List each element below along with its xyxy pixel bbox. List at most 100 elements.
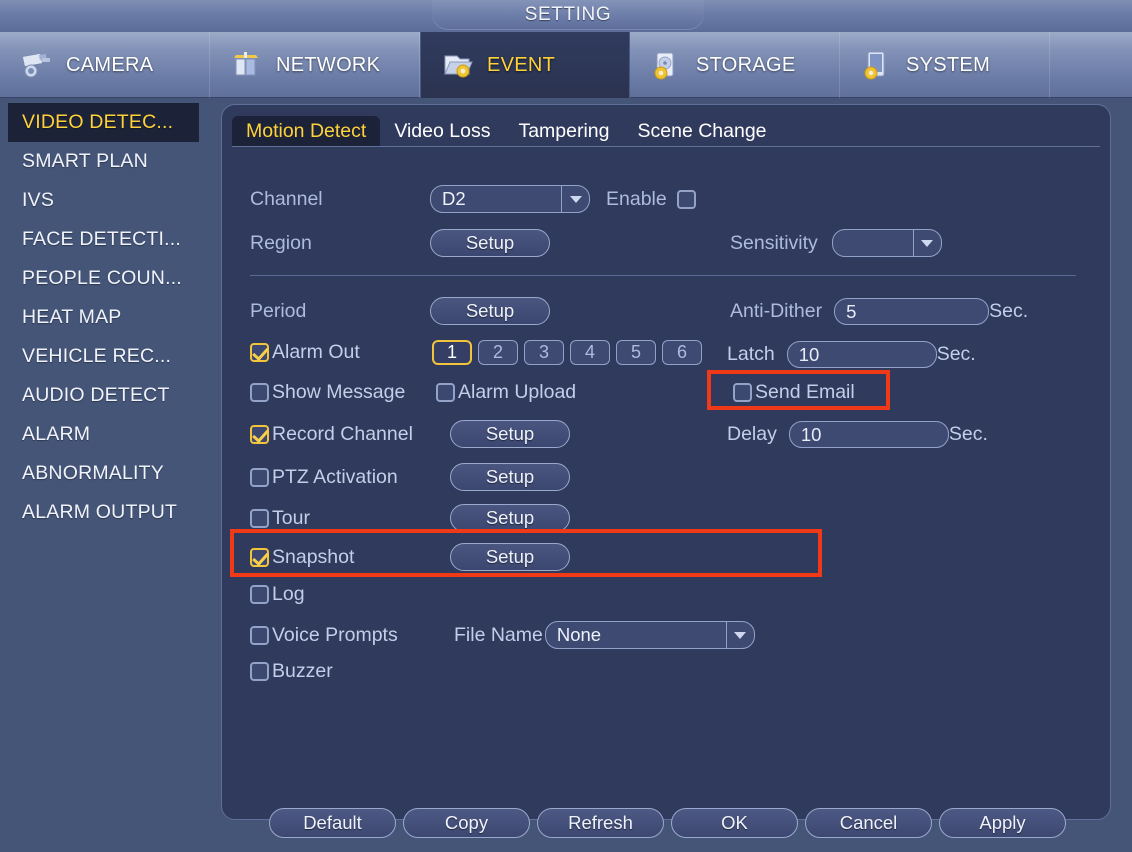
network-icon (230, 50, 264, 80)
default-button[interactable]: Default (269, 808, 396, 838)
region-setup-button[interactable]: Setup (430, 229, 550, 257)
nav-item-event[interactable]: EVENT (420, 32, 630, 98)
sensitivity-field-group: Sensitivity (730, 229, 942, 257)
ok-button[interactable]: OK (671, 808, 798, 838)
tab-motion-detect[interactable]: Motion Detect (232, 116, 381, 146)
delay-input[interactable]: 10 (788, 421, 949, 448)
file-name-label: File Name (454, 623, 543, 646)
buzzer-checkbox[interactable] (250, 662, 269, 681)
sidebar-item-alarm-output[interactable]: ALARM OUTPUT (0, 493, 222, 532)
latch-field-group: Latch 10 Sec. (727, 341, 976, 368)
copy-button[interactable]: Copy (403, 808, 530, 838)
period-field-group: Period Setup (250, 297, 550, 325)
region-label: Region (250, 231, 312, 254)
tour-setup-button[interactable]: Setup (450, 504, 570, 532)
alarm-out-field-group: Alarm Out 1 2 3 4 5 6 (250, 340, 708, 365)
sidebar: VIDEO DETEC... SMART PLAN IVS FACE DETEC… (0, 99, 222, 852)
page-title: SETTING (524, 4, 612, 25)
refresh-button[interactable]: Refresh (537, 808, 664, 838)
delay-label: Delay (727, 423, 777, 445)
storage-icon (650, 50, 684, 80)
apply-button[interactable]: Apply (939, 808, 1066, 838)
chevron-down-icon[interactable] (561, 186, 589, 212)
voice-prompts-label: Voice Prompts (272, 623, 398, 646)
sidebar-item-abnormality[interactable]: ABNORMALITY (0, 454, 222, 493)
alarm-upload-label: Alarm Upload (458, 381, 577, 403)
alarm-out-button-3[interactable]: 3 (524, 340, 564, 365)
event-icon (441, 50, 475, 80)
nav-label-network: NETWORK (276, 53, 381, 76)
delay-unit: Sec. (948, 423, 988, 445)
tour-field-group: Tour Setup (250, 504, 570, 532)
nav-item-network[interactable]: NETWORK (210, 32, 420, 98)
alarm-upload-checkbox[interactable] (436, 383, 455, 402)
chevron-down-icon[interactable] (912, 230, 941, 256)
file-name-value: None (556, 624, 602, 645)
tour-checkbox[interactable] (250, 508, 269, 528)
tab-tampering[interactable]: Tampering (504, 116, 623, 146)
cancel-button[interactable]: Cancel (805, 808, 932, 838)
record-channel-checkbox[interactable] (250, 424, 269, 444)
sidebar-item-heat-map[interactable]: HEAT MAP (0, 298, 222, 337)
nav-item-storage[interactable]: STORAGE (630, 32, 840, 98)
alarm-out-button-6[interactable]: 6 (662, 340, 702, 365)
show-message-checkbox[interactable] (250, 383, 269, 402)
ptz-activation-setup-button[interactable]: Setup (450, 463, 570, 491)
region-field-group: Region Setup (250, 229, 550, 257)
chevron-down-icon[interactable] (725, 622, 754, 648)
system-icon (860, 50, 894, 80)
channel-select[interactable]: D2 (430, 185, 590, 213)
tour-label: Tour (272, 506, 310, 529)
alarm-out-button-5[interactable]: 5 (616, 340, 656, 365)
sidebar-item-ivs[interactable]: IVS (0, 181, 222, 220)
snapshot-setup-button[interactable]: Setup (450, 543, 570, 571)
tab-strip: Motion Detect Video Loss Tampering Scene… (232, 115, 1100, 147)
sidebar-item-video-detect[interactable]: VIDEO DETEC... (8, 103, 199, 142)
sidebar-item-people-counting[interactable]: PEOPLE COUN... (0, 259, 222, 298)
tab-video-loss[interactable]: Video Loss (380, 116, 504, 146)
alarm-out-label: Alarm Out (272, 341, 360, 363)
sidebar-item-audio-detect[interactable]: AUDIO DETECT (0, 376, 222, 415)
file-name-select[interactable]: None (544, 621, 755, 649)
settings-panel: Motion Detect Video Loss Tampering Scene… (221, 104, 1111, 838)
alarm-out-button-2[interactable]: 2 (478, 340, 518, 365)
sidebar-item-vehicle-rec[interactable]: VEHICLE REC... (0, 337, 222, 376)
nav-label-camera: CAMERA (66, 53, 154, 76)
nav-item-camera[interactable]: CAMERA (0, 32, 210, 98)
sidebar-item-alarm[interactable]: ALARM (0, 415, 222, 454)
ptz-activation-checkbox[interactable] (250, 467, 269, 487)
alarm-out-checkbox[interactable] (250, 343, 269, 362)
anti-dither-label: Anti-Dither (730, 300, 823, 322)
log-checkbox[interactable] (250, 585, 269, 604)
anti-dither-input[interactable]: 5 (834, 298, 990, 325)
section-divider (250, 275, 1076, 276)
enable-checkbox[interactable] (676, 189, 696, 209)
latch-input[interactable]: 10 (786, 341, 937, 368)
latch-label: Latch (727, 343, 775, 365)
channel-field-group: Channel D2 Enable (250, 185, 699, 213)
record-channel-label: Record Channel (272, 422, 413, 445)
show-message-field-group: Show Message (250, 381, 405, 404)
record-channel-setup-button[interactable]: Setup (450, 420, 570, 448)
sensitivity-select[interactable] (831, 229, 942, 257)
sidebar-item-face-detection[interactable]: FACE DETECTI... (0, 220, 222, 259)
ptz-activation-label: PTZ Activation (272, 465, 398, 488)
sidebar-item-smart-plan[interactable]: SMART PLAN (0, 142, 222, 181)
send-email-checkbox[interactable] (733, 383, 752, 402)
delay-value: 10 (800, 423, 822, 445)
nav-item-system[interactable]: SYSTEM (840, 32, 1050, 98)
delay-field-group: Delay 10 Sec. (727, 421, 988, 448)
snapshot-checkbox[interactable] (250, 547, 269, 567)
setting-title-pill: SETTING (432, 0, 704, 30)
voice-prompts-checkbox[interactable] (250, 625, 269, 645)
channel-label: Channel (250, 187, 323, 210)
voice-prompts-field-group: Voice Prompts File Name None (250, 621, 755, 649)
snapshot-field-group: Snapshot Setup (250, 543, 570, 571)
alarm-out-button-1[interactable]: 1 (432, 340, 472, 365)
alarm-out-button-4[interactable]: 4 (570, 340, 610, 365)
anti-dither-value: 5 (846, 300, 857, 322)
tab-scene-change[interactable]: Scene Change (624, 116, 781, 146)
latch-unit: Sec. (936, 343, 976, 365)
nav-label-storage: STORAGE (696, 53, 796, 76)
period-setup-button[interactable]: Setup (430, 297, 550, 325)
